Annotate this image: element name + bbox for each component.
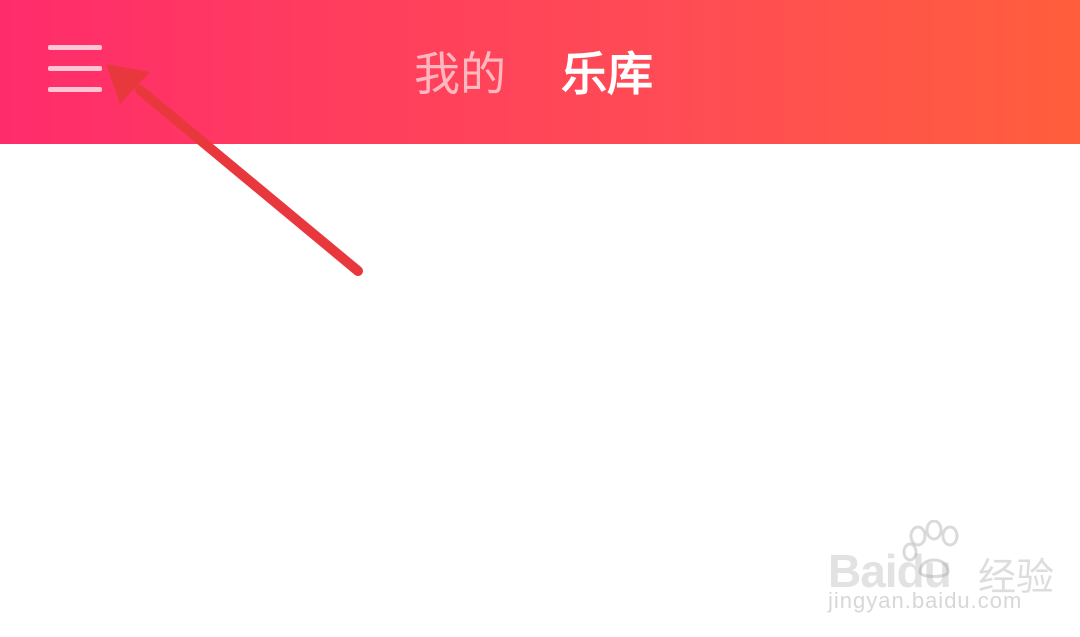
top-header-bar: 我的 乐库 <box>0 0 1080 144</box>
watermark-url: jingyan.baidu.com <box>828 588 1023 613</box>
tab-music-library[interactable]: 乐库 <box>561 44 653 104</box>
tab-mine[interactable]: 我的 <box>414 44 506 104</box>
baidu-jingyan-watermark: Baidu 经验 jingyan.baidu.com <box>828 520 1054 620</box>
app-screen: 我的 乐库 Baidu 经验 jingyan.baidu.com <box>0 0 1080 637</box>
header-tabs: 我的 乐库 <box>0 0 1080 144</box>
